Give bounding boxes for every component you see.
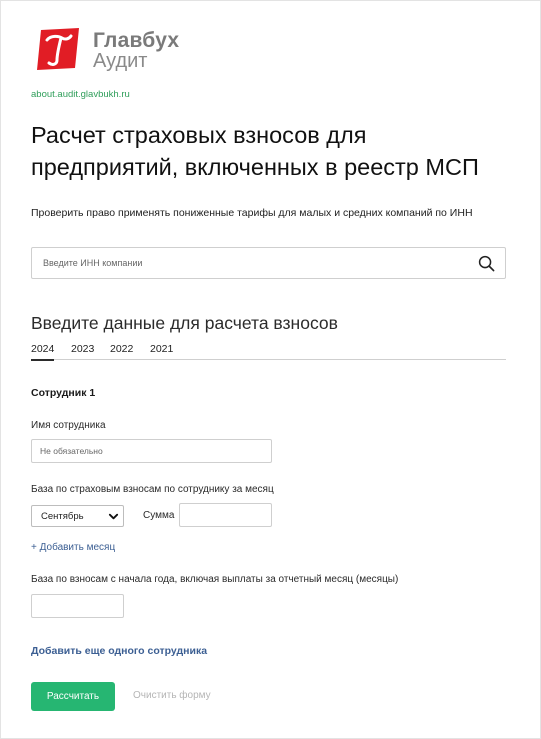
add-employee-link[interactable]: Добавить еще одного сотрудника [31, 645, 207, 657]
inn-check-label: Проверить право применять пониженные тар… [31, 207, 473, 219]
inn-search-box [31, 247, 506, 279]
year-tabs: 2024 2023 2022 2021 [31, 341, 506, 361]
site-link[interactable]: about.audit.glavbukh.ru [31, 89, 130, 100]
clear-form-button[interactable]: Очистить форму [133, 690, 211, 701]
employee-title: Сотрудник 1 [31, 387, 96, 399]
tab-2021[interactable]: 2021 [150, 343, 173, 355]
page-frame [0, 0, 541, 739]
brand-logo[interactable]: Главбух Аудит [35, 26, 185, 76]
calculate-button[interactable]: Рассчитать [31, 682, 115, 711]
month-select-value: Сентябрь [41, 511, 84, 522]
search-icon[interactable] [478, 255, 495, 272]
tab-2022[interactable]: 2022 [110, 343, 133, 355]
brand-name-line2: Аудит [93, 50, 148, 72]
tab-2024[interactable]: 2024 [31, 343, 55, 361]
tab-2023[interactable]: 2023 [71, 343, 94, 355]
monthly-base-label: База по страховым взносам по сотруднику … [31, 484, 274, 495]
month-select[interactable]: Сентябрь [31, 505, 124, 527]
glavbukh-logo-icon [37, 28, 79, 70]
employee-name-label: Имя сотрудника [31, 420, 106, 431]
ytd-base-input[interactable] [31, 594, 124, 618]
page-title: Расчет страховых взносов для предприятий… [31, 122, 479, 180]
inn-search-input[interactable] [32, 248, 472, 278]
sum-input[interactable] [179, 503, 272, 527]
add-month-link[interactable]: + Добавить месяц [31, 542, 115, 553]
calc-section-title: Введите данные для расчета взносов [31, 313, 338, 333]
sum-label: Сумма [143, 510, 175, 521]
chevron-down-icon [108, 513, 119, 520]
ytd-base-label: База по взносам с начала года, включая в… [31, 574, 399, 585]
employee-name-input[interactable] [31, 439, 272, 463]
